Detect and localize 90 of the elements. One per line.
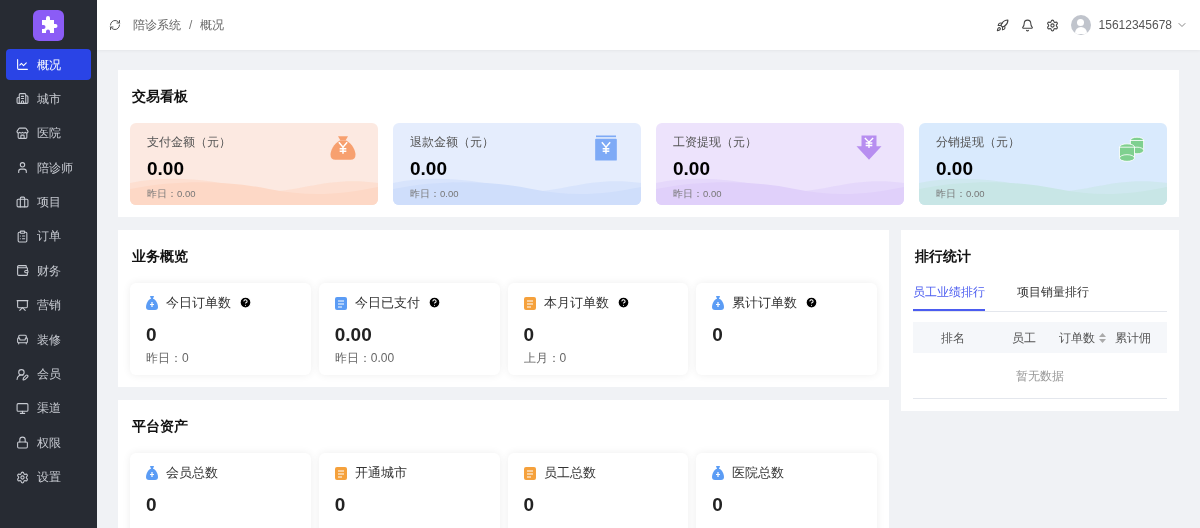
notepad-icon [523,295,536,310]
stat-label: 会员总数 [166,464,218,482]
amount-label: 退款金额（元） [410,134,494,151]
stat-value: 0 [146,492,158,517]
nav-icon [16,298,29,312]
amount-sub: 昨日：0.00 [936,186,985,201]
panel-title: 排行统计 [914,247,972,266]
sidebar-item[interactable]: 概况 [6,49,91,80]
help-icon[interactable] [427,296,441,310]
nav-icon [16,161,29,175]
amount-value: 0.00 [410,157,447,181]
help-icon[interactable] [616,296,630,310]
ranking-tab[interactable]: 项目销量排行 [1017,283,1089,311]
bag-icon [146,295,158,310]
nav-icon [16,401,29,415]
stat-value: 0 [712,492,724,517]
amount-sub: 昨日：0.00 [147,186,196,201]
amount-label: 支付金额（元） [147,134,231,151]
sidebar-item[interactable]: 会员 [6,358,91,390]
sidebar-item[interactable]: 医院 [6,117,91,149]
stat-sub: 昨日：0 [146,350,190,367]
panel-title: 交易看板 [131,87,189,106]
sidebar-item[interactable]: 装修 [6,324,91,356]
stat-value: 0 [523,492,536,517]
bag-icon [712,295,725,310]
nav-icon [16,126,29,140]
nav-icon [16,470,29,484]
nav-icon [16,436,29,450]
bell-icon[interactable] [1020,18,1034,32]
sidebar-item[interactable]: 订单 [6,220,91,252]
stat-value: 0.00 [334,322,373,347]
column-header: 累计佣 [1114,329,1152,347]
column-header: 排名 [940,329,966,347]
help-icon[interactable] [239,296,252,310]
amount-label: 分销提现（元） [936,134,1020,151]
sidebar-item[interactable]: 陪诊师 [6,152,91,184]
stat-label: 今日订单数 [166,294,231,312]
logo-icon [33,10,64,41]
stat-sub: 上月：0 [523,350,568,367]
stat-value: 0 [523,322,536,347]
bag-icon [712,465,725,480]
stat-label: 开通城市 [354,464,407,482]
rocket-icon[interactable] [995,18,1009,32]
help-icon[interactable] [805,296,819,310]
nav-icon [16,92,29,106]
notepad-icon [334,295,347,310]
stat-label: 累计订单数 [732,294,798,312]
column-header[interactable]: 订单数 [1055,328,1111,347]
money-bag-icon [328,133,358,163]
stat-label: 本月订单数 [543,294,609,312]
nav-icon [16,229,29,243]
stat-value: 0 [334,492,347,517]
nav-icon [16,333,29,347]
sidebar-item[interactable]: 营销 [6,289,91,321]
amount-sub: 昨日：0.00 [673,186,722,201]
stat-sub: 昨日：0.00 [334,350,396,367]
panel-title: 平台资产 [131,417,189,436]
sidebar-item[interactable]: 渠道 [6,392,91,424]
bag-icon [146,465,158,480]
breadcrumb-link[interactable]: 陪诊系统 [133,16,181,34]
amount-value: 0.00 [936,157,973,181]
refresh-icon[interactable] [109,19,121,31]
empty-text: 暂无数据 [1016,367,1064,385]
stat-label: 员工总数 [543,464,596,482]
nav-icon [16,195,29,209]
notepad-icon [334,465,347,480]
stat-value: 0 [712,322,724,347]
notepad-icon [523,465,536,480]
settings-icon[interactable] [1045,18,1059,32]
breadcrumb-separator: / [189,17,193,34]
nav-icon [16,264,29,278]
sidebar-item[interactable]: 城市 [6,83,91,115]
ranking-tab[interactable]: 员工业绩排行 [913,283,985,311]
sidebar-item[interactable]: 设置 [6,461,91,493]
user-name[interactable]: 15612345678 [1098,16,1172,34]
amount-sub: 昨日：0.00 [410,186,459,201]
breadcrumb-link[interactable]: 概况 [200,16,225,34]
stat-value: 0 [146,322,158,347]
column-header: 员工 [1011,329,1037,347]
sidebar-item[interactable]: 权限 [6,427,91,459]
nav-icon [16,58,29,71]
sidebar-item[interactable]: 财务 [6,255,91,287]
amount-value: 0.00 [147,157,184,181]
stat-label: 医院总数 [732,464,785,482]
panel-title: 业务概览 [131,247,189,266]
nav-icon [16,367,29,381]
sidebar-item[interactable]: 项目 [6,186,91,218]
amount-label: 工资提现（元） [673,134,757,151]
amount-value: 0.00 [673,157,710,181]
stat-label: 今日已支付 [354,294,420,312]
